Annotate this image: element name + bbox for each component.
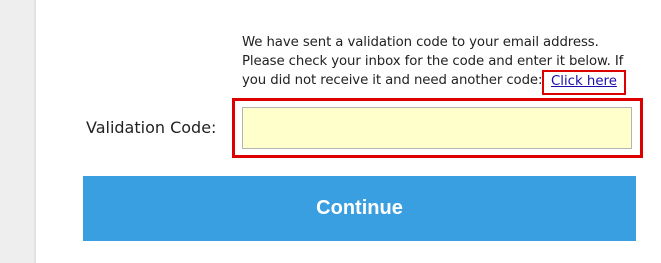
- instructions-line-2: Please check your inbox for the code and…: [242, 54, 624, 69]
- left-side-panel: [0, 0, 36, 263]
- validation-code-input[interactable]: [242, 107, 632, 149]
- continue-button[interactable]: Continue: [83, 176, 636, 241]
- validation-code-label: Validation Code:: [86, 118, 217, 137]
- validation-page: We have sent a validation code to your e…: [0, 0, 661, 263]
- resend-code-link[interactable]: Click here: [551, 72, 617, 91]
- instructions-line-1: We have sent a validation code to your e…: [242, 35, 599, 50]
